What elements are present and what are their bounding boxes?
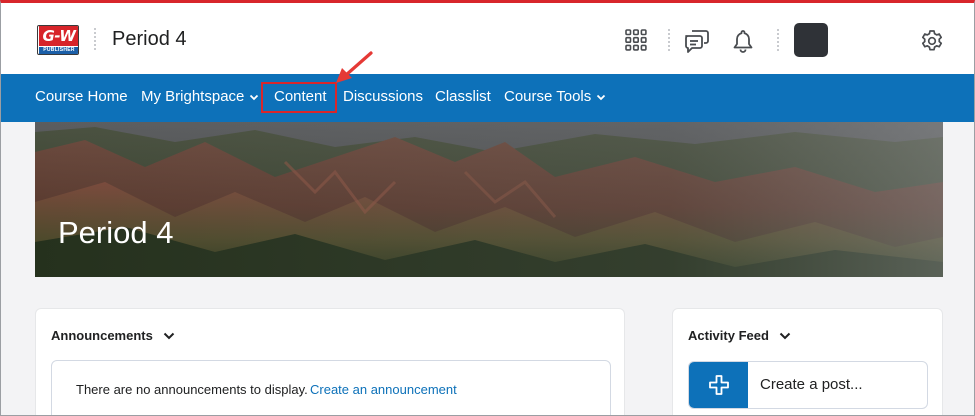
header-divider xyxy=(777,29,779,51)
header-divider xyxy=(94,28,96,50)
activity-feed-widget: Activity Feed Create a post... xyxy=(672,308,943,416)
top-header: G-W PUBLISHER Period 4 xyxy=(1,3,974,74)
nav-course-tools[interactable]: Course Tools xyxy=(504,88,606,105)
nav-my-brightspace[interactable]: My Brightspace xyxy=(141,88,259,105)
create-announcement-link[interactable]: Create an announcement xyxy=(310,382,457,397)
nav-label: Course Tools xyxy=(504,88,592,105)
create-post-label: Create a post... xyxy=(760,376,863,393)
announcements-title: Announcements xyxy=(51,328,153,343)
course-title[interactable]: Period 4 xyxy=(112,28,187,51)
nav-label: My Brightspace xyxy=(141,88,245,105)
announcements-heading[interactable]: Announcements xyxy=(51,328,175,343)
apps-grid-icon[interactable] xyxy=(625,29,647,51)
nav-course-home[interactable]: Course Home xyxy=(35,88,128,105)
announcements-widget: Announcements There are no announcements… xyxy=(35,308,625,416)
logo-text: G-W xyxy=(39,26,78,46)
plus-icon xyxy=(708,375,729,395)
nav-classlist[interactable]: Classlist xyxy=(435,88,491,105)
publisher-logo[interactable]: G-W PUBLISHER xyxy=(37,25,79,55)
banner-title: Period 4 xyxy=(58,215,174,250)
avatar[interactable] xyxy=(794,23,828,57)
nav-discussions[interactable]: Discussions xyxy=(343,88,423,105)
chevron-down-icon xyxy=(163,332,175,339)
content-highlight-box xyxy=(261,82,337,113)
activity-feed-title: Activity Feed xyxy=(688,328,769,343)
announcements-empty-text: There are no announcements to display. xyxy=(76,382,308,397)
chevron-down-icon xyxy=(597,94,606,100)
callout-arrow-icon xyxy=(336,51,373,83)
add-post-button[interactable] xyxy=(689,362,748,408)
chat-icon[interactable] xyxy=(684,28,710,54)
nav-label: Classlist xyxy=(435,88,491,105)
course-navbar: Course Home My Brightspace Content Discu… xyxy=(1,74,974,122)
activity-feed-heading[interactable]: Activity Feed xyxy=(688,328,791,343)
chevron-down-icon xyxy=(779,332,791,339)
chevron-down-icon xyxy=(250,94,259,100)
bell-icon[interactable] xyxy=(732,29,754,53)
announcements-empty-box: There are no announcements to display. C… xyxy=(51,360,611,416)
nav-label: Discussions xyxy=(343,88,424,105)
logo-subtext: PUBLISHER xyxy=(39,47,78,54)
gear-icon[interactable] xyxy=(920,29,944,53)
create-post-bar[interactable]: Create a post... xyxy=(688,361,928,409)
header-divider xyxy=(668,29,670,51)
nav-label: Course Home xyxy=(35,88,128,105)
course-banner-image xyxy=(35,122,943,277)
